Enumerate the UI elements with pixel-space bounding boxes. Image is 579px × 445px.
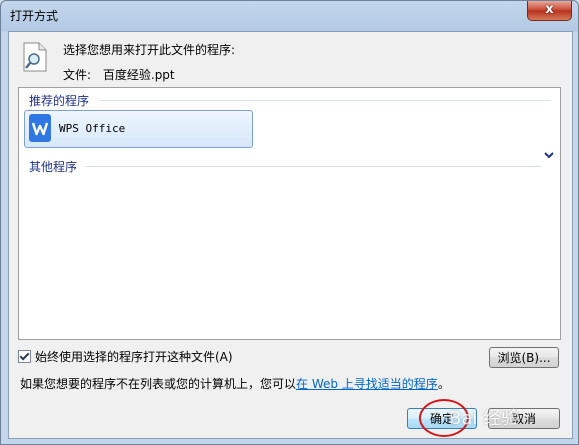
- recommended-programs-header: 推荐的程序: [29, 94, 90, 108]
- group-divider: [85, 166, 541, 167]
- program-label: WPS Office: [59, 122, 126, 135]
- chevron-down-icon[interactable]: [544, 152, 554, 160]
- watermark: Bai 经验: [449, 408, 520, 429]
- always-use-label: 始终使用选择的程序打开这种文件(A): [35, 350, 233, 364]
- info-text: 如果您想要的程序不在列表或您的计算机上，您可以在 Web 上寻找适当的程序。: [20, 375, 450, 392]
- file-name-line: 文件: 百度经验.ppt: [63, 66, 175, 83]
- info-text-before: 如果您想要的程序不在列表或您的计算机上，您可以: [20, 377, 297, 391]
- wps-office-icon: [29, 114, 51, 142]
- prompt-text: 选择您想用来打开此文件的程序:: [63, 43, 236, 57]
- always-use-checkbox[interactable]: [18, 350, 31, 363]
- other-programs-header[interactable]: 其他程序: [29, 158, 77, 175]
- program-item-wps-office[interactable]: WPS Office: [24, 110, 253, 148]
- always-use-row[interactable]: 始终使用选择的程序打开这种文件(A): [18, 348, 233, 365]
- browse-button[interactable]: 浏览(B)...: [489, 347, 559, 368]
- file-search-icon: [23, 42, 47, 72]
- web-search-link[interactable]: 在 Web 上寻找适当的程序: [296, 377, 438, 391]
- file-label: 文件:: [63, 68, 92, 82]
- open-with-dialog: 打开方式 x 选择您想用来打开此文件的程序: 文件: 百度经验.ppt 推荐的程…: [0, 0, 579, 445]
- window-title: 打开方式: [10, 9, 59, 23]
- info-text-after: 。: [437, 377, 450, 391]
- program-list[interactable]: 推荐的程序 WPS Office 其他程序: [18, 87, 561, 340]
- close-icon: x: [545, 2, 554, 17]
- group-divider: [99, 100, 551, 101]
- dialog-body: 选择您想用来打开此文件的程序: 文件: 百度经验.ppt 推荐的程序 WPS O…: [8, 31, 573, 439]
- file-name: 百度经验.ppt: [102, 68, 175, 82]
- close-button[interactable]: x: [527, 1, 572, 21]
